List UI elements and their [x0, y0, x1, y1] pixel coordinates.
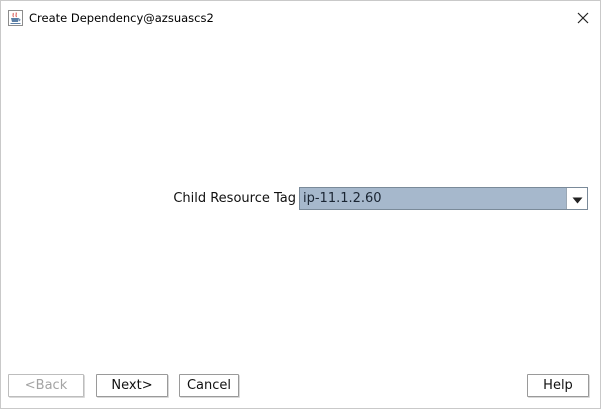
dropdown-arrow-button[interactable] — [566, 188, 587, 209]
next-button[interactable]: Next> — [96, 374, 168, 397]
cancel-button[interactable]: Cancel — [179, 374, 239, 397]
help-button[interactable]: Help — [527, 374, 589, 397]
close-icon — [577, 9, 589, 28]
back-button[interactable]: <Back — [8, 374, 84, 397]
child-resource-tag-dropdown[interactable]: ip-11.1.2.60 — [299, 187, 588, 210]
java-cup-icon — [8, 10, 23, 26]
dialog-window: Create Dependency@azsuascs2 Child Resour… — [0, 0, 601, 409]
child-resource-tag-value: ip-11.1.2.60 — [303, 191, 382, 206]
title-bar[interactable]: Create Dependency@azsuascs2 — [1, 1, 600, 35]
window-title: Create Dependency@azsuascs2 — [29, 11, 214, 25]
child-resource-tag-label: Child Resource Tag — [173, 191, 296, 206]
close-button[interactable] — [570, 5, 596, 31]
chevron-down-icon — [572, 189, 583, 208]
